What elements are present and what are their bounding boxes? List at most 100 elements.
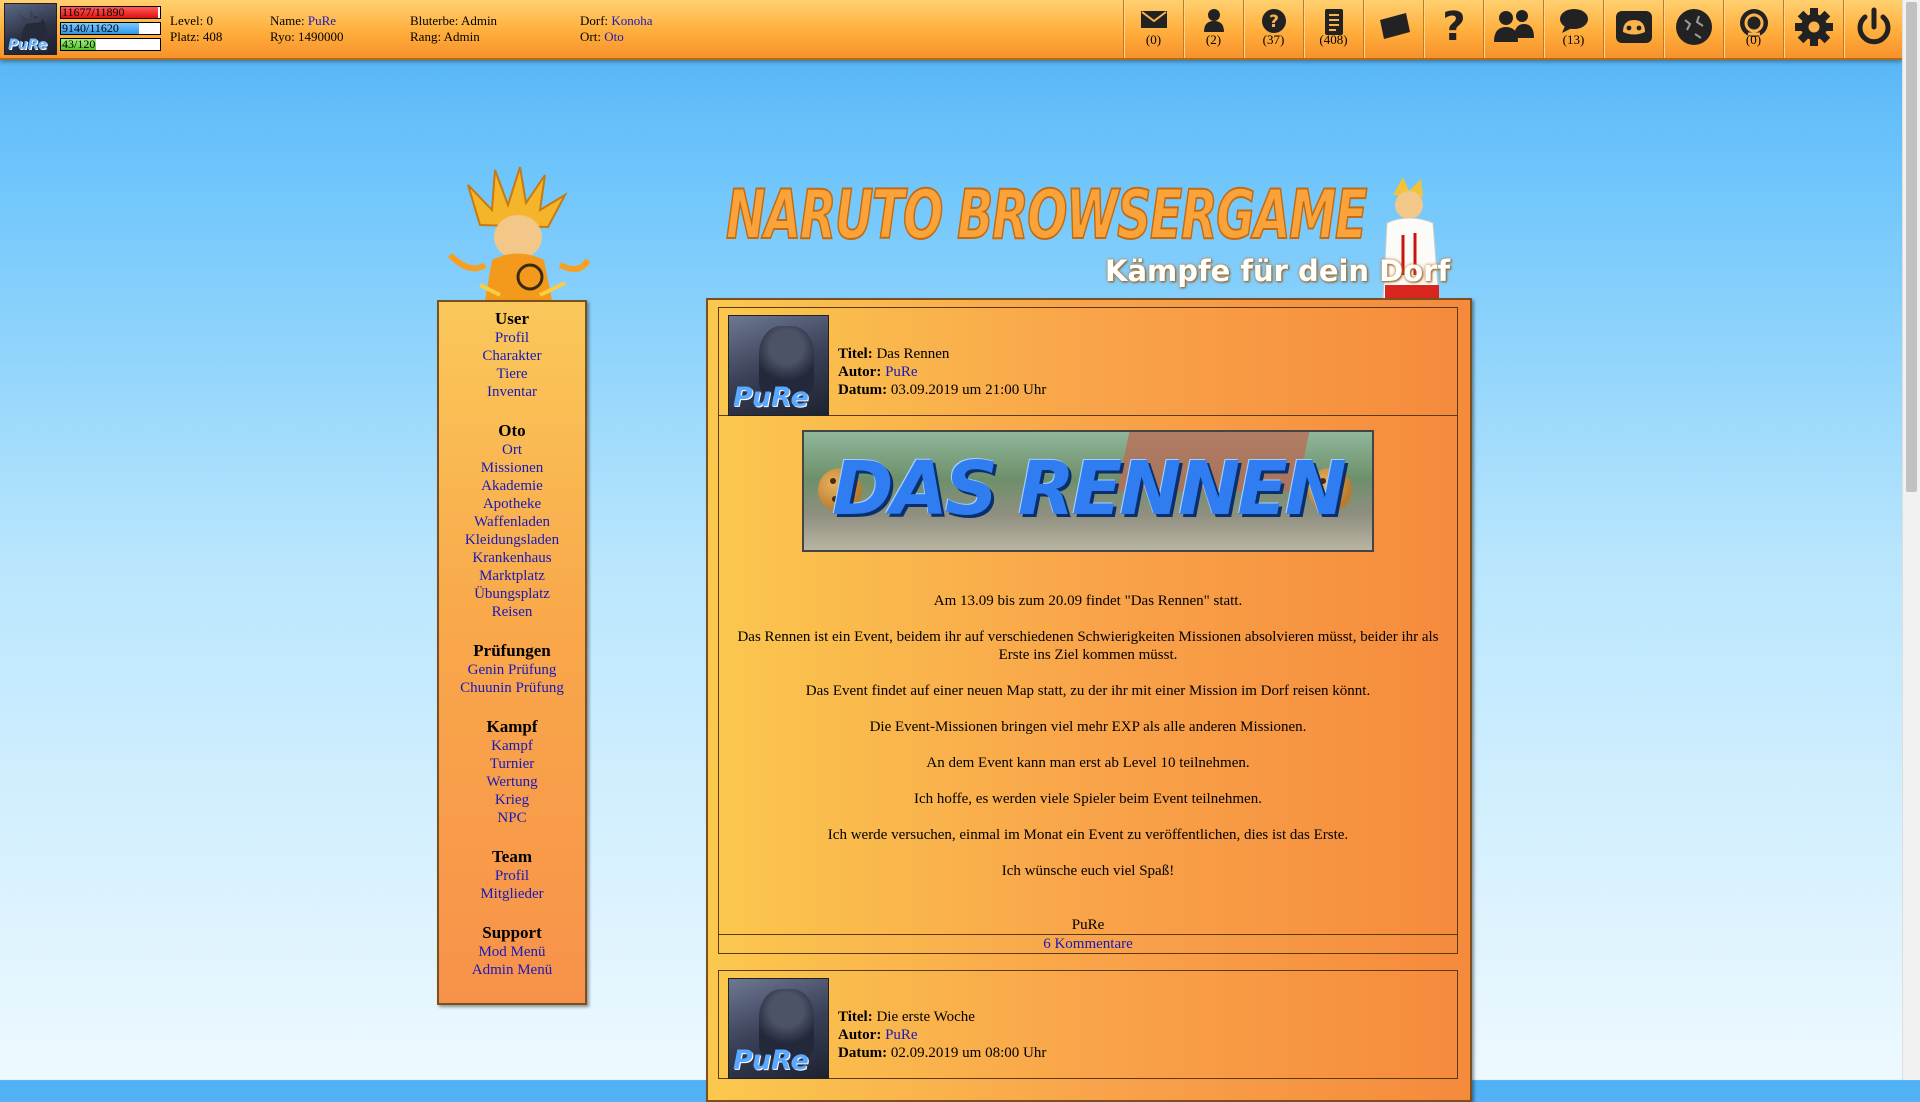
messages-button[interactable]: (0) <box>1123 0 1183 58</box>
group-icon <box>1493 10 1534 42</box>
nav-section-support: Support Mod Menü Admin Menü <box>439 923 585 979</box>
post-avatar-label: PuRe <box>733 382 809 413</box>
sidebar-link[interactable]: Akademie <box>439 477 585 495</box>
sidebar-link[interactable]: Krieg <box>439 791 585 809</box>
sidebar-link[interactable]: Waffenladen <box>439 513 585 531</box>
post-date: 03.09.2019 um 21:00 Uhr <box>890 382 1047 398</box>
question-circle-icon: ? <box>1261 9 1286 33</box>
avatar-label: PuRe <box>8 37 48 53</box>
sidebar-link[interactable]: Genin Prüfung <box>439 661 585 679</box>
player-name-link[interactable]: PuRe <box>308 13 336 28</box>
name-label: Name: <box>270 13 305 28</box>
dorf-info: Dorf: Konoha Ort: Oto <box>580 13 653 45</box>
world-button[interactable] <box>1663 0 1723 58</box>
logout-button[interactable] <box>1843 0 1903 58</box>
nav-section-title: User <box>495 309 529 328</box>
nav-section-title: Support <box>482 923 542 942</box>
post-date-label: Datum: <box>838 382 888 398</box>
post-paragraph: Am 13.09 bis zum 20.09 findet "Das Renne… <box>933 593 1243 609</box>
news-post: PuRe Titel: Die erste Woche Autor: PuRe … <box>718 970 1458 1079</box>
post-author-avatar[interactable]: PuRe <box>728 978 829 1079</box>
post-header: PuRe Titel: Die erste Woche Autor: PuRe … <box>719 971 1457 1079</box>
ort-link[interactable]: Oto <box>604 29 624 44</box>
post-paragraph: An dem Event kann man erst ab Level 10 t… <box>926 755 1250 771</box>
nav-section-team: Team Profil Mitglieder <box>439 847 585 903</box>
sidebar-link[interactable]: Profil <box>439 867 585 885</box>
logs-button[interactable]: (408) <box>1303 0 1363 58</box>
sidebar-link[interactable]: Inventar <box>439 383 585 401</box>
post-title-label: Titel: <box>838 1009 873 1025</box>
sidebar-link[interactable]: Missionen <box>439 459 585 477</box>
akatsuki-count: (0) <box>1745 32 1762 47</box>
post-author-label: Autor: <box>838 1027 882 1043</box>
bluterbe-value: Admin <box>460 13 498 28</box>
sidebar-link[interactable]: Marktplatz <box>439 567 585 585</box>
sidebar-link[interactable]: Ort <box>439 441 585 459</box>
post-paragraphs: Am 13.09 bis zum 20.09 findet "Das Renne… <box>719 592 1457 880</box>
sidebar-link[interactable]: Profil <box>439 329 585 347</box>
topbar-icon-menu: (0) (2) ? (37) (408) ? (13) (0) <box>1123 0 1903 58</box>
nav-section-title: Kampf <box>486 717 538 736</box>
friends-button[interactable]: (2) <box>1183 0 1243 58</box>
post-title: Das Rennen <box>876 346 950 362</box>
globe-icon <box>1675 9 1712 45</box>
quests-button[interactable]: ? (37) <box>1243 0 1303 58</box>
news-post: PuRe Titel: Das Rennen Autor: PuRe Datum… <box>718 307 1458 954</box>
post-date-label: Datum: <box>838 1045 888 1061</box>
svg-text:?: ? <box>1269 12 1279 32</box>
post-author-avatar[interactable]: PuRe <box>728 315 829 416</box>
naruto-character-image <box>447 166 590 300</box>
hp-bar: 11677/11890 <box>60 6 161 19</box>
akatsuki-button[interactable]: (0) <box>1723 0 1783 58</box>
help-icon: ? <box>1442 4 1465 44</box>
page-scrollbar[interactable] <box>1902 0 1920 1080</box>
settings-button[interactable] <box>1783 0 1843 58</box>
scrollbar-thumb[interactable] <box>1906 2 1917 492</box>
sidebar-link[interactable]: Kampf <box>439 737 585 755</box>
level-value: 0 <box>206 13 213 28</box>
sidebar-link[interactable]: Turnier <box>439 755 585 773</box>
chat-button[interactable]: (13) <box>1543 0 1603 58</box>
post-author-label: Autor: <box>838 364 882 380</box>
post-paragraph: Ich wünsche euch viel Spaß! <box>1001 863 1175 879</box>
sidebar-link[interactable]: Chuunin Prüfung <box>439 679 585 697</box>
discord-button[interactable] <box>1603 0 1663 58</box>
comments-link[interactable]: 6 Kommentare <box>1043 936 1133 952</box>
post-avatar-label: PuRe <box>733 1045 809 1076</box>
gear-icon <box>1794 8 1833 46</box>
nav-section-kampf: Kampf Kampf Turnier Wertung Krieg NPC <box>439 717 585 827</box>
sidebar-navigation: User Profil Charakter Tiere Inventar Oto Ort Mi… <box>437 300 587 1005</box>
sidebar-link[interactable]: Admin Menü <box>439 961 585 979</box>
post-title: Die erste Woche <box>876 1009 975 1025</box>
sidebar-link[interactable]: Kleidungsladen <box>439 531 585 549</box>
sidebar-link[interactable]: Apotheke <box>439 495 585 513</box>
platz-label: Platz: <box>170 29 200 44</box>
sidebar-link[interactable]: Krankenhaus <box>439 549 585 567</box>
sidebar-link[interactable]: Mod Menü <box>439 943 585 961</box>
sidebar-link[interactable]: Reisen <box>439 603 585 621</box>
sidebar-link[interactable]: Charakter <box>439 347 585 365</box>
sidebar-link[interactable]: Mitglieder <box>439 885 585 903</box>
nav-section-title: Oto <box>498 421 526 440</box>
post-meta: Titel: Das Rennen Autor: PuRe Datum: 03.… <box>838 345 1046 399</box>
post-author-link[interactable]: PuRe <box>885 1027 918 1043</box>
team-button[interactable] <box>1483 0 1543 58</box>
chakra-bar: 9140/11620 <box>60 22 161 35</box>
sidebar-link[interactable]: NPC <box>439 809 585 827</box>
sidebar-link[interactable]: Übungsplatz <box>439 585 585 603</box>
svg-text:?: ? <box>1442 4 1465 44</box>
logo-text: NARUTO BROWSERGAME <box>726 176 1367 252</box>
post-meta: Titel: Die erste Woche Autor: PuRe Datum… <box>838 1008 1046 1062</box>
sidebar-link[interactable]: Tiere <box>439 365 585 383</box>
player-avatar[interactable]: PuRe <box>4 3 57 55</box>
sidebar-link[interactable]: Wertung <box>439 773 585 791</box>
help-button[interactable]: ? <box>1423 0 1483 58</box>
mail-icon <box>1140 11 1167 28</box>
hp-text: 11677/11890 <box>62 6 125 19</box>
tickets-button[interactable] <box>1363 0 1423 58</box>
post-footer: 6 Kommentare <box>719 934 1457 953</box>
dorf-link[interactable]: Konoha <box>611 13 652 28</box>
bluterbe-info: Bluterbe: Admin Rang: Admin <box>410 13 497 45</box>
post-author-link[interactable]: PuRe <box>885 364 918 380</box>
rang-label: Rang: <box>410 29 442 44</box>
